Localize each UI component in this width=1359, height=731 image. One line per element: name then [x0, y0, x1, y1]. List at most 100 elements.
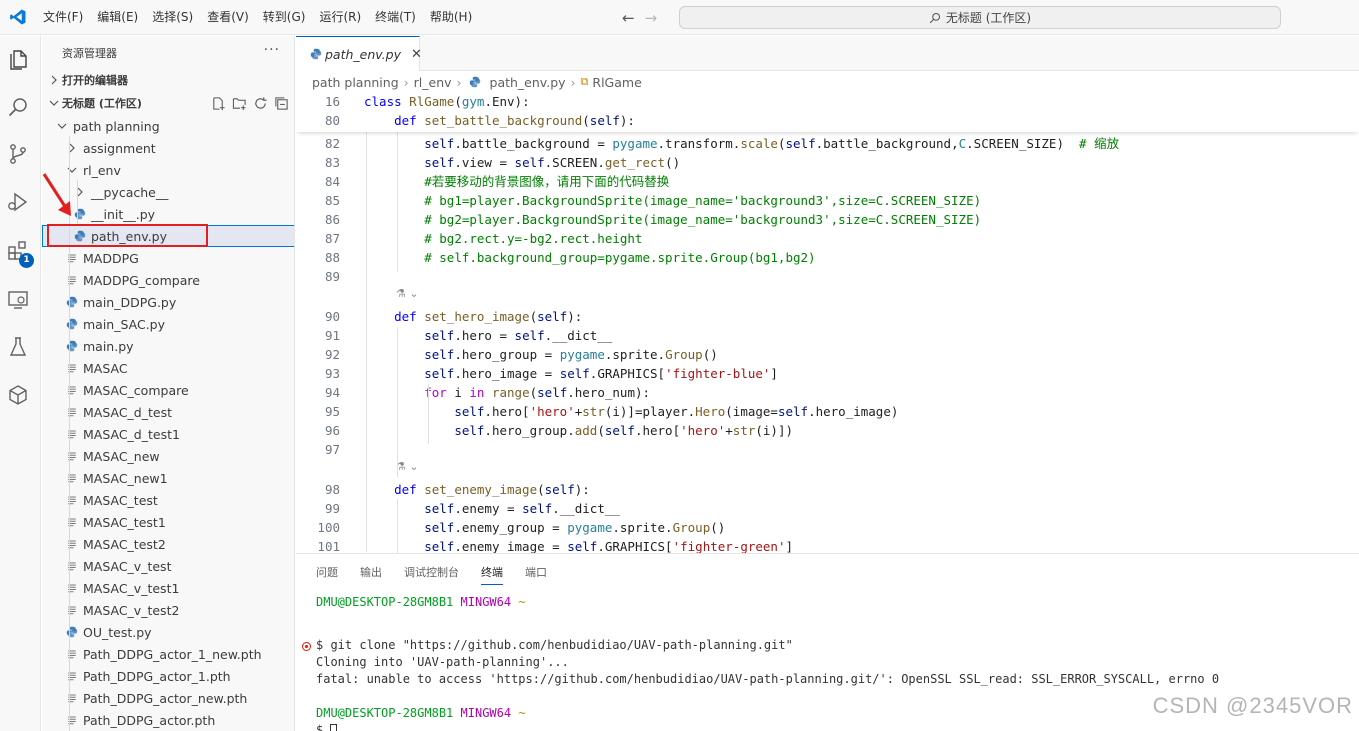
breadcrumb-item[interactable]: path_env.py: [490, 75, 566, 90]
file-row[interactable]: MASAC_test2: [42, 533, 294, 555]
file-row[interactable]: MASAC_v_test2: [42, 599, 294, 621]
code-line[interactable]: 88 # self.background_group=pygame.sprite…: [296, 248, 1359, 267]
search-icon[interactable]: [4, 93, 32, 121]
file-icon: [64, 274, 80, 286]
codelens-icon[interactable]: ⚗ ⌄: [396, 456, 419, 478]
workspace-section[interactable]: 无标题 (工作区): [42, 92, 294, 114]
code-line[interactable]: 90 def set_hero_image(self):: [296, 307, 1359, 326]
menu-item[interactable]: 帮助(H): [423, 0, 479, 35]
file-row[interactable]: MADDPG: [42, 247, 294, 269]
code-line[interactable]: 99 self.enemy = self.__dict__: [296, 499, 1359, 518]
back-arrow-icon[interactable]: ←: [622, 9, 635, 27]
code-line[interactable]: 83 self.view = self.SCREEN.get_rect(): [296, 153, 1359, 172]
folder-row[interactable]: rl_env: [42, 159, 294, 181]
code-line[interactable]: 98 def set_enemy_image(self):: [296, 480, 1359, 499]
code-line[interactable]: 94 for i in range(self.hero_num):: [296, 383, 1359, 402]
file-row[interactable]: Path_DDPG_actor_1_new.pth: [42, 643, 294, 665]
line-number: 16: [324, 94, 340, 109]
code-text: self.hero['hero'+str(i)]=player.Hero(ima…: [454, 404, 899, 419]
menu-item[interactable]: 运行(R): [312, 0, 368, 35]
code-text: self.enemy_image = self.GRAPHICS['fighte…: [424, 539, 794, 553]
menu-item[interactable]: 终端(T): [368, 0, 423, 35]
files-icon[interactable]: [4, 46, 32, 74]
file-row[interactable]: MADDPG_compare: [42, 269, 294, 291]
breadcrumb-item[interactable]: path planning: [312, 75, 399, 90]
code-line[interactable]: 91 self.hero = self.__dict__: [296, 326, 1359, 345]
file-row[interactable]: MASAC_test: [42, 489, 294, 511]
menu-item[interactable]: 转到(G): [256, 0, 313, 35]
code-line[interactable]: 101 self.enemy_image = self.GRAPHICS['fi…: [296, 537, 1359, 553]
file-row[interactable]: Path_DDPG_actor_new.pth: [42, 687, 294, 709]
file-row[interactable]: main.py: [42, 335, 294, 357]
menu-item[interactable]: 查看(V): [200, 0, 256, 35]
tree-item-label: Path_DDPG_actor_1.pth: [83, 668, 231, 684]
forward-arrow-icon[interactable]: →: [645, 9, 658, 27]
codelens-icon[interactable]: ⚗ ⌄: [396, 283, 419, 305]
file-row[interactable]: MASAC_d_test: [42, 401, 294, 423]
codelens-row[interactable]: ⚗ ⌄: [296, 283, 1359, 305]
file-row[interactable]: main_DDPG.py: [42, 291, 294, 313]
run-debug-icon[interactable]: [4, 188, 32, 216]
tree-item-label: __init__.py: [91, 206, 156, 222]
code-line[interactable]: 92 self.hero_group = pygame.sprite.Group…: [296, 345, 1359, 364]
code-editor[interactable]: 16 class RlGame(gym.Env): 80 def set_battl…: [296, 92, 1359, 553]
chevron-right-icon: ›: [570, 74, 576, 90]
command-center-search[interactable]: 无标题 (工作区): [679, 6, 1281, 29]
code-line[interactable]: 82 self.battle_background = pygame.trans…: [296, 134, 1359, 153]
menu-item[interactable]: 选择(S): [145, 0, 200, 35]
code-line[interactable]: 84 #若要移动的背景图像，请用下面的代码替换: [296, 172, 1359, 191]
code-line[interactable]: 87 # bg2.rect.y=-bg2.rect.height: [296, 229, 1359, 248]
code-line[interactable]: 85 # bg1=player.BackgroundSprite(image_n…: [296, 191, 1359, 210]
code-line[interactable]: 95 self.hero['hero'+str(i)]=player.Hero(…: [296, 402, 1359, 421]
folder-row[interactable]: path planning: [42, 115, 294, 137]
folder-row[interactable]: __pycache__: [42, 181, 294, 203]
tree-item-label: MASAC_test: [83, 492, 158, 508]
file-row[interactable]: __init__.py: [42, 203, 294, 225]
chevron-right-icon: [64, 143, 80, 153]
file-row[interactable]: MASAC_test1: [42, 511, 294, 533]
more-actions-icon[interactable]: ···: [264, 42, 280, 58]
source-control-icon[interactable]: [4, 140, 32, 168]
code-text: # self.background_group=pygame.sprite.Gr…: [424, 250, 816, 265]
code-line[interactable]: 93 self.hero_image = self.GRAPHICS['figh…: [296, 364, 1359, 383]
file-row[interactable]: MASAC_new: [42, 445, 294, 467]
file-row[interactable]: MASAC: [42, 357, 294, 379]
menu-item[interactable]: 编辑(E): [90, 0, 145, 35]
file-row[interactable]: Path_DDPG_actor.pth: [42, 709, 294, 731]
file-row[interactable]: OU_test.py: [42, 621, 294, 643]
code-text: def set_hero_image(self):: [394, 309, 583, 324]
folder-row[interactable]: assignment: [42, 137, 294, 159]
terminal-prompt: DMU@DESKTOP-28GM8B1 MINGW64 ~: [316, 706, 526, 720]
indent-guide: [397, 132, 398, 272]
file-row[interactable]: MASAC_d_test1: [42, 423, 294, 445]
sticky-line[interactable]: 80 def set_battle_background(self):: [296, 111, 1359, 130]
extra-icon[interactable]: [4, 381, 32, 409]
red-arrow-annotation: [42, 173, 71, 216]
refresh-icon[interactable]: [253, 96, 268, 111]
code-text: self.enemy_group = pygame.sprite.Group(): [424, 520, 726, 535]
file-row[interactable]: main_SAC.py: [42, 313, 294, 335]
close-tab-icon[interactable]: ✕: [411, 47, 422, 62]
new-folder-icon[interactable]: [232, 96, 247, 111]
code-line[interactable]: 96 self.hero_group.add(self.hero['hero'+…: [296, 421, 1359, 440]
new-file-icon[interactable]: [211, 96, 226, 111]
menu-item[interactable]: 文件(F): [36, 0, 90, 35]
breadcrumb-item[interactable]: rl_env: [414, 75, 452, 90]
breadcrumb-item[interactable]: RlGame: [592, 75, 641, 90]
collapse-all-icon[interactable]: [274, 96, 289, 111]
vscode-logo-icon[interactable]: [6, 5, 30, 29]
code-line[interactable]: 86 # bg2=player.BackgroundSprite(image_n…: [296, 210, 1359, 229]
file-row[interactable]: MASAC_v_test1: [42, 577, 294, 599]
file-row[interactable]: MASAC_new1: [42, 467, 294, 489]
open-editors-section[interactable]: 打开的编辑器: [42, 69, 294, 91]
error-decoration-icon[interactable]: [302, 642, 311, 651]
testing-icon[interactable]: [4, 333, 32, 361]
file-row[interactable]: MASAC_compare: [42, 379, 294, 401]
code-line[interactable]: 100 self.enemy_group = pygame.sprite.Gro…: [296, 518, 1359, 537]
file-row[interactable]: MASAC_v_test: [42, 555, 294, 577]
codelens-row[interactable]: ⚗ ⌄: [296, 456, 1359, 478]
tab-path-env[interactable]: path_env.py ✕: [296, 36, 422, 71]
remote-explorer-icon[interactable]: [4, 286, 32, 314]
sticky-line[interactable]: 16 class RlGame(gym.Env):: [296, 92, 1359, 111]
file-row[interactable]: Path_DDPG_actor_1.pth: [42, 665, 294, 687]
